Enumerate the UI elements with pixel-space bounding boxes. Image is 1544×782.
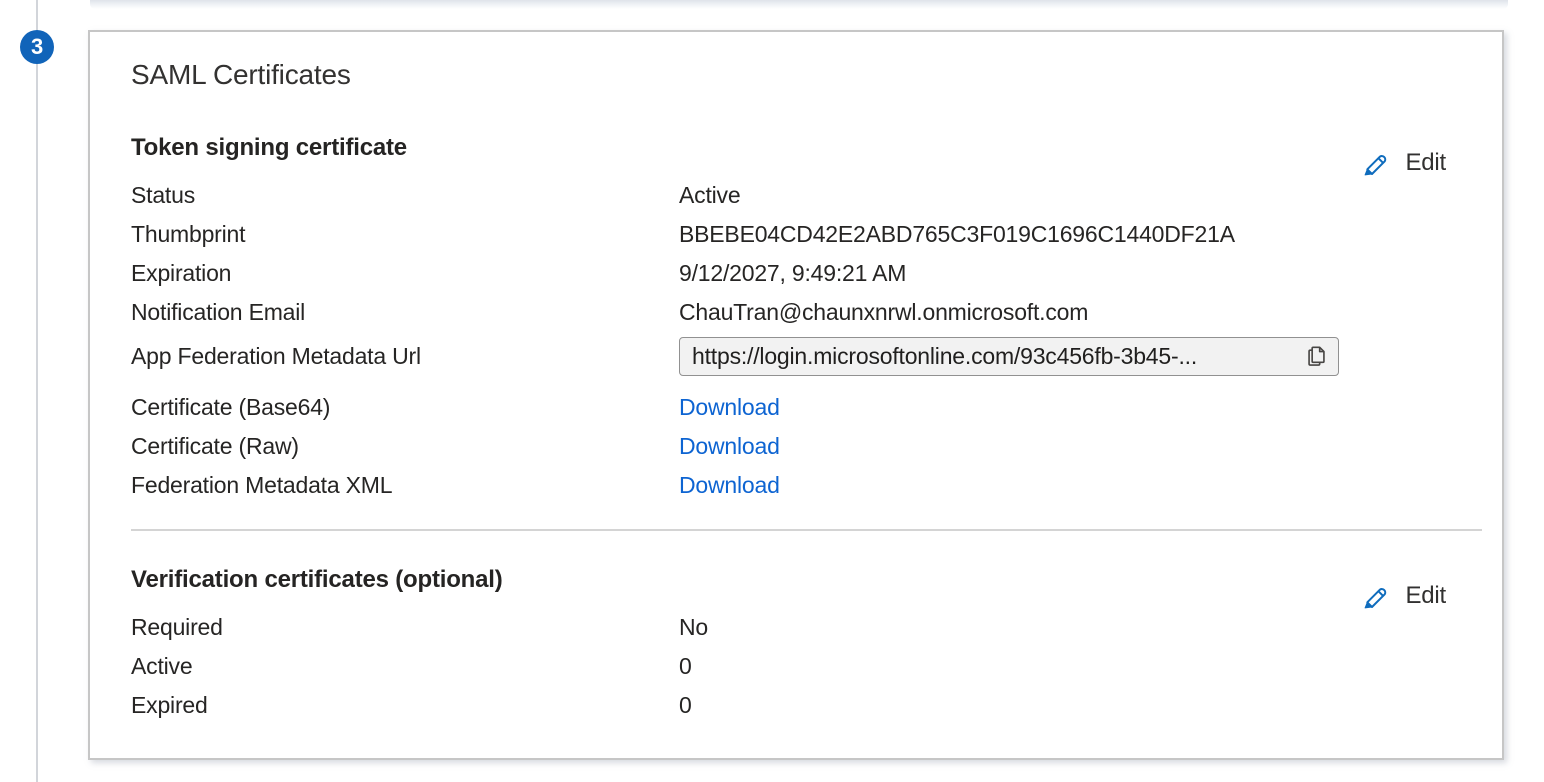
row-label: Status (131, 181, 679, 210)
edit-token-signing-certificate-button[interactable]: Edit (1358, 147, 1446, 179)
status-row: Status Active (131, 181, 1478, 220)
token-signing-certificate-heading: Token signing certificate (131, 134, 407, 162)
row-label: Certificate (Base64) (131, 393, 679, 422)
card-title: SAML Certificates (131, 59, 351, 91)
row-label: Active (131, 652, 679, 681)
app-federation-metadata-url-field[interactable]: https://login.microsoftonline.com/93c456… (679, 337, 1339, 376)
saml-certificates-card: SAML Certificates Token signing certific… (88, 30, 1504, 760)
active-count-value: 0 (679, 652, 692, 681)
active-count-row: Active 0 (131, 652, 1478, 691)
edit-button-label: Edit (1405, 149, 1446, 177)
step-connector-line (36, 0, 38, 782)
federation-metadata-xml-row: Federation Metadata XML Download (131, 471, 1478, 510)
metadata-url-value: https://login.microsoftonline.com/93c456… (692, 343, 1297, 370)
step-number-badge: 3 (20, 30, 54, 64)
copy-url-button[interactable] (1303, 343, 1330, 370)
token-certificate-details: Status Active Thumbprint BBEBE04CD42E2AB… (131, 181, 1478, 510)
row-label: Federation Metadata XML (131, 471, 679, 500)
edit-verification-certificates-button[interactable]: Edit (1358, 580, 1446, 612)
expired-count-value: 0 (679, 691, 692, 720)
download-federation-metadata-xml-link[interactable]: Download (679, 471, 780, 500)
app-federation-metadata-url-row: App Federation Metadata Url https://logi… (131, 337, 1478, 393)
verification-certificates-heading: Verification certificates (optional) (131, 566, 503, 594)
certificate-raw-row: Certificate (Raw) Download (131, 432, 1478, 471)
expired-count-row: Expired 0 (131, 691, 1478, 730)
status-value: Active (679, 181, 740, 210)
expiration-value: 9/12/2027, 9:49:21 AM (679, 259, 906, 288)
certificate-base64-row: Certificate (Base64) Download (131, 393, 1478, 432)
edit-button-label: Edit (1405, 582, 1446, 610)
notification-email-value: ChauTran@chaunxnrwl.onmicrosoft.com (679, 298, 1088, 327)
notification-email-row: Notification Email ChauTran@chaunxnrwl.o… (131, 298, 1478, 337)
download-certificate-base64-link[interactable]: Download (679, 393, 780, 422)
required-value: No (679, 613, 708, 642)
row-label: Notification Email (131, 298, 679, 327)
required-row: Required No (131, 613, 1478, 652)
copy-icon (1303, 343, 1330, 370)
row-label: Required (131, 613, 679, 642)
pencil-icon (1358, 147, 1390, 179)
expiration-row: Expiration 9/12/2027, 9:49:21 AM (131, 259, 1478, 298)
row-label: Certificate (Raw) (131, 432, 679, 461)
row-label: Thumbprint (131, 220, 679, 249)
verification-certificate-details: Required No Active 0 Expired 0 (131, 613, 1478, 730)
download-certificate-raw-link[interactable]: Download (679, 432, 780, 461)
step-number: 3 (31, 34, 43, 60)
row-label: Expiration (131, 259, 679, 288)
row-label: App Federation Metadata Url (131, 337, 679, 376)
row-label: Expired (131, 691, 679, 720)
thumbprint-value: BBEBE04CD42E2ABD765C3F019C1696C1440DF21A (679, 220, 1235, 249)
thumbprint-row: Thumbprint BBEBE04CD42E2ABD765C3F019C169… (131, 220, 1478, 259)
section-divider (131, 529, 1482, 531)
pencil-icon (1358, 580, 1390, 612)
previous-card-bottom-edge (90, 0, 1508, 9)
